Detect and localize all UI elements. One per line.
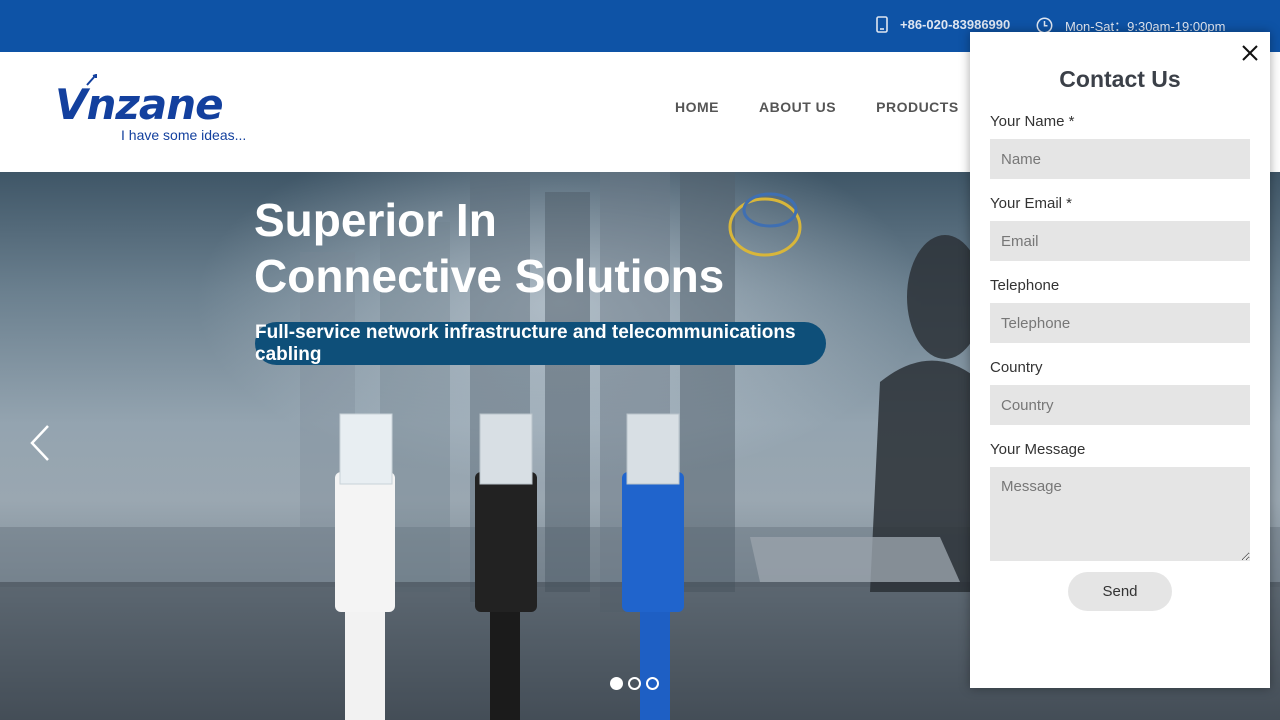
phone-icon (876, 16, 888, 33)
email-field[interactable] (990, 221, 1250, 261)
hero-title: Superior In Connective Solutions (254, 192, 724, 304)
slider-dot-1[interactable] (610, 677, 623, 690)
slider-prev-button[interactable] (28, 424, 52, 467)
country-label: Country (990, 359, 1043, 376)
country-field[interactable] (990, 385, 1250, 425)
nav-about-us[interactable]: ABOUT US (759, 99, 836, 115)
telephone-field[interactable] (990, 303, 1250, 343)
chevron-left-icon (28, 425, 52, 466)
name-label: Your Name * (990, 113, 1075, 130)
main-nav: HOME ABOUT US PRODUCTS (675, 99, 959, 115)
hero-subtitle: Full-service network infrastructure and … (255, 322, 826, 365)
nav-products[interactable]: PRODUCTS (876, 99, 959, 115)
send-button[interactable]: Send (1068, 572, 1172, 611)
logo-tagline: I have some ideas... (121, 127, 247, 143)
popup-title: Contact Us (1059, 66, 1181, 92)
message-label: Your Message (990, 441, 1086, 458)
close-button[interactable] (1241, 44, 1259, 62)
slider-dots (610, 677, 659, 690)
slider-dot-3[interactable] (646, 677, 659, 690)
nav-home[interactable]: HOME (675, 99, 719, 115)
telephone-label: Telephone (990, 277, 1060, 294)
site-logo[interactable]: Vnzane I have some ideas... (55, 74, 260, 148)
phone-number: +86-020-83986990 (900, 17, 1011, 32)
name-field[interactable] (990, 139, 1250, 179)
message-field[interactable] (990, 467, 1250, 561)
logo-brand: Vnzane (55, 80, 224, 129)
close-icon (1241, 45, 1259, 66)
contact-us-popup: Contact Us Your Name * Your Email * Tele… (970, 32, 1270, 688)
email-label: Your Email * (990, 195, 1072, 212)
slider-dot-2[interactable] (628, 677, 641, 690)
hero-title-line1: Superior In (254, 194, 497, 246)
phone-info[interactable]: +86-020-83986990 (876, 16, 1010, 33)
hero-title-line2: Connective Solutions (254, 250, 725, 302)
